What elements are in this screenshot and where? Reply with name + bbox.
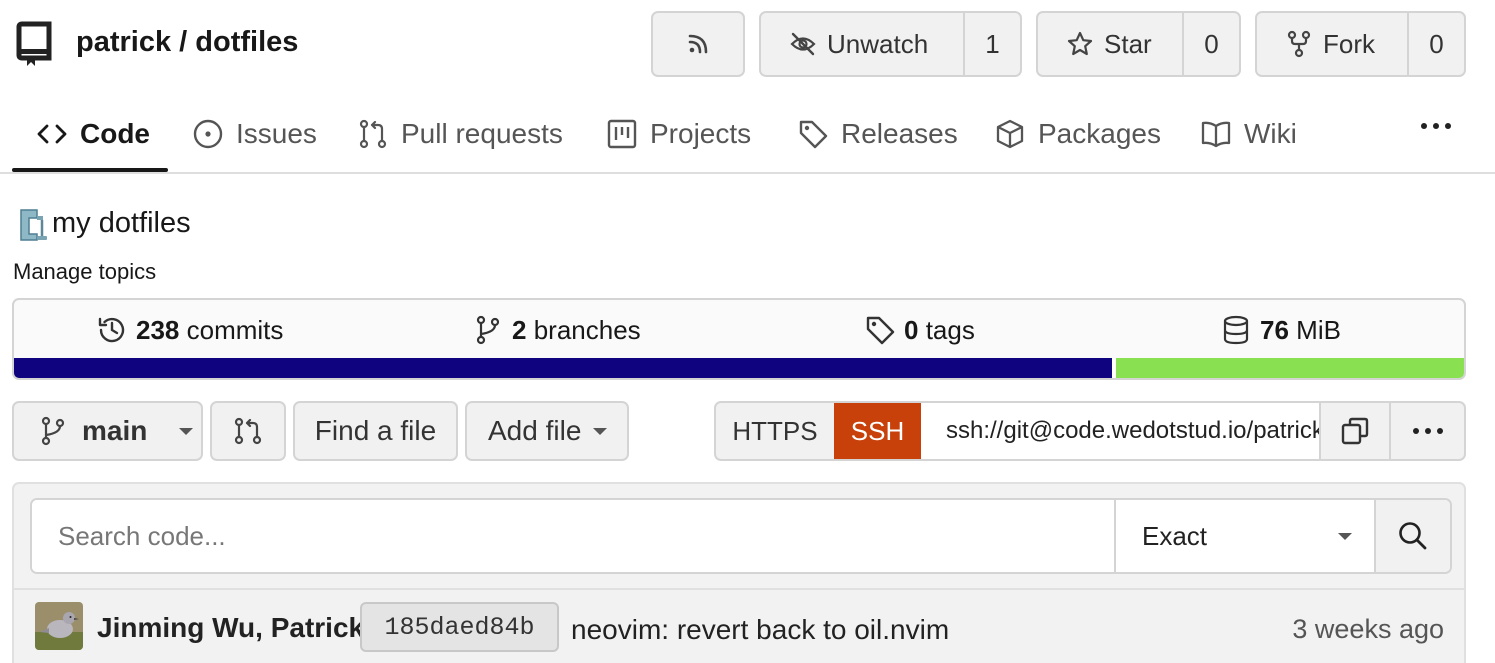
pull-request-icon [234, 417, 262, 445]
repo-tabs: Code Issues Pull requests Projects Relea… [0, 96, 1495, 174]
rss-icon [688, 34, 708, 54]
tags-label: tags [925, 314, 975, 345]
clamp-emoji [20, 209, 47, 241]
tab-wiki-label: Wiki [1244, 118, 1297, 149]
tab-issues[interactable]: Issues [192, 96, 317, 172]
branches-count: 2 [512, 314, 527, 345]
repo-name-link[interactable]: dotfiles [195, 26, 298, 58]
size-unit: MiB [1296, 314, 1341, 345]
commit-authors[interactable]: Jinming Wu, Patrick [97, 612, 364, 644]
tab-packages[interactable]: Packages [994, 96, 1161, 172]
tab-projects-label: Projects [650, 118, 752, 149]
database-icon [1223, 315, 1249, 345]
clone-url-field[interactable] [921, 403, 1321, 459]
commits-label: commits [186, 314, 284, 345]
branch-name: main [82, 415, 148, 446]
project-icon [607, 119, 637, 149]
tab-issues-label: Issues [236, 118, 317, 149]
https-toggle[interactable]: HTTPS [716, 403, 834, 459]
commit-message[interactable]: neovim: revert back to oil.nvim [571, 614, 949, 646]
code-search: Exact [30, 498, 1452, 574]
unwatch-label: Unwatch [827, 28, 929, 59]
eye-closed-icon [790, 32, 816, 56]
branch-selector[interactable]: main [12, 401, 203, 461]
stars-count[interactable]: 0 [1182, 13, 1239, 75]
star-icon [1067, 31, 1093, 56]
copy-url-button[interactable] [1321, 403, 1391, 459]
add-file-dropdown[interactable]: Add file [465, 401, 629, 461]
tags-count: 0 [904, 314, 919, 345]
book-icon [1201, 121, 1231, 148]
repo-description: my dotfiles [52, 207, 191, 239]
active-tab-indicator [12, 168, 168, 172]
repo-owner-link[interactable]: patrick [76, 26, 171, 58]
language-bar [14, 358, 1464, 378]
chevron-down-icon [179, 427, 194, 435]
unwatch-button[interactable]: Unwatch 1 [759, 11, 1022, 77]
tag-icon [799, 120, 828, 149]
package-icon [996, 119, 1024, 149]
chevron-down-icon [593, 427, 608, 435]
tab-code-label: Code [80, 118, 150, 149]
tab-pull-requests[interactable]: Pull requests [357, 96, 563, 172]
repo-title-separator: / [171, 26, 196, 58]
forks-count[interactable]: 0 [1407, 13, 1464, 75]
branch-icon [41, 416, 65, 446]
copy-icon [1341, 417, 1369, 445]
star-button[interactable]: Star 0 [1036, 11, 1241, 77]
more-tabs-icon[interactable] [1418, 116, 1454, 136]
file-panel: Exact Jinming Wu, Patrick 185daed84b neo… [12, 482, 1466, 663]
size-stat: 76 MiB [1220, 314, 1341, 346]
pull-request-icon [359, 119, 387, 149]
repo-icon [16, 21, 52, 66]
clone-panel: HTTPS SSH [714, 401, 1466, 461]
search-mode-dropdown[interactable]: Exact [1116, 500, 1376, 572]
branch-icon [476, 315, 500, 345]
tab-wiki[interactable]: Wiki [1200, 96, 1297, 172]
repo-title: patrick / dotfiles [76, 26, 298, 59]
tab-releases[interactable]: Releases [797, 96, 958, 172]
find-file-label: Find a file [314, 415, 437, 446]
ssh-toggle[interactable]: SSH [834, 403, 921, 459]
tab-pull-requests-label: Pull requests [401, 118, 563, 149]
repo-stats-bar: 238 commits 2 branches 0 tags 76 MiB [12, 298, 1466, 380]
commit-sha-button[interactable]: 185daed84b [360, 602, 559, 652]
commits-stat[interactable]: 238 commits [96, 314, 283, 346]
code-icon [37, 124, 67, 144]
latest-commit-row: Jinming Wu, Patrick 185daed84b neovim: r… [14, 588, 1464, 663]
search-submit-button[interactable] [1376, 500, 1450, 572]
tab-code[interactable]: Code [36, 96, 150, 172]
chevron-down-icon [1338, 532, 1352, 540]
compare-button[interactable] [210, 401, 286, 461]
fork-button[interactable]: Fork 0 [1255, 11, 1466, 77]
branches-label: branches [533, 314, 641, 345]
size-value: 76 [1260, 314, 1289, 345]
rss-feed-button[interactable] [651, 11, 745, 77]
tags-stat[interactable]: 0 tags [864, 314, 975, 346]
fork-icon [1287, 30, 1311, 58]
branches-stat[interactable]: 2 branches [472, 314, 641, 346]
find-file-button[interactable]: Find a file [293, 401, 458, 461]
search-icon [1399, 522, 1427, 550]
clone-more-button[interactable] [1391, 403, 1464, 459]
watchers-count[interactable]: 1 [963, 13, 1020, 75]
search-mode-label: Exact [1142, 520, 1208, 551]
commit-time: 3 weeks ago [1292, 614, 1444, 644]
issue-icon [193, 119, 223, 149]
tag-icon [866, 316, 895, 345]
tab-packages-label: Packages [1038, 118, 1161, 149]
star-label: Star [1104, 28, 1152, 59]
tab-projects[interactable]: Projects [606, 96, 751, 172]
search-code-input[interactable] [32, 500, 1116, 572]
more-dots-icon [1412, 428, 1443, 434]
manage-topics-link[interactable]: Manage topics [13, 259, 156, 285]
history-icon [98, 317, 125, 343]
fork-label: Fork [1323, 28, 1375, 59]
add-file-label: Add file [488, 415, 582, 446]
commits-count: 238 [136, 314, 180, 345]
tab-releases-label: Releases [841, 118, 958, 149]
language-segment-primary [14, 358, 1112, 378]
avatar[interactable] [35, 602, 83, 650]
language-segment-secondary [1115, 358, 1464, 378]
